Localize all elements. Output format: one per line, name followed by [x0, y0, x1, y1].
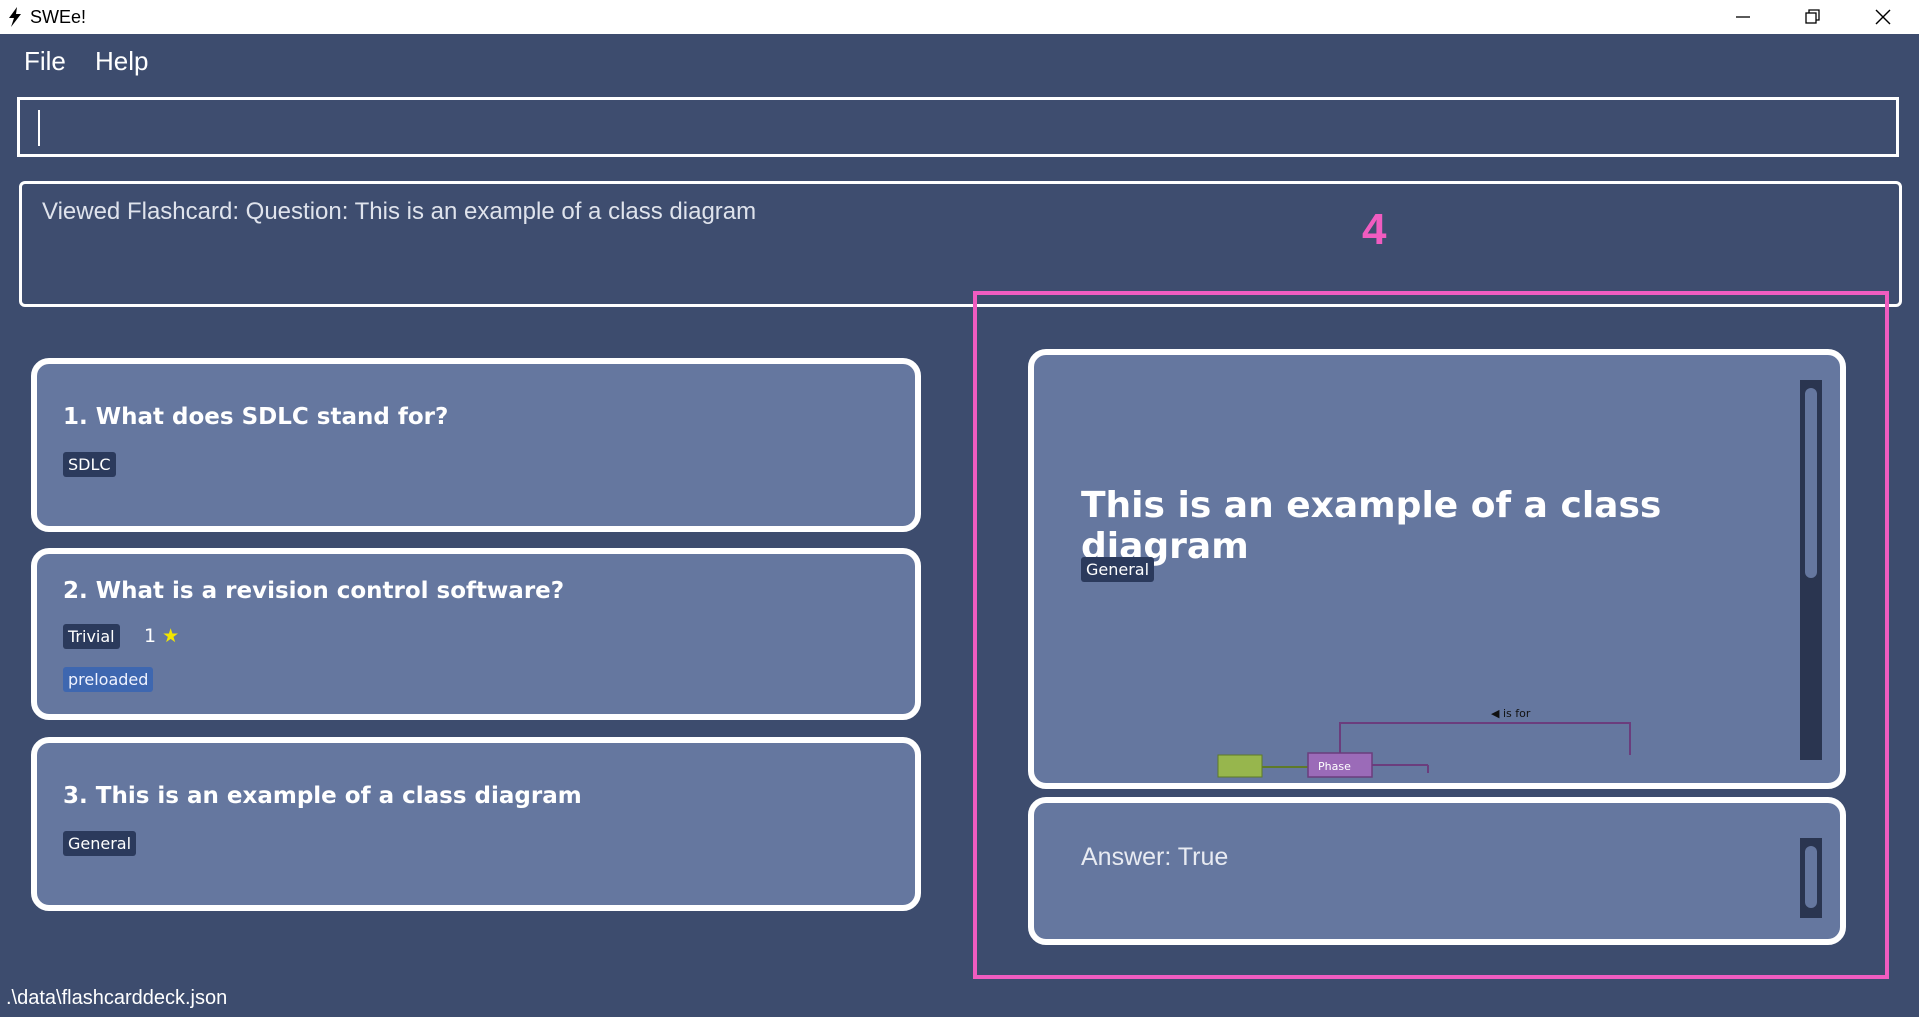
minimize-button[interactable]	[1713, 0, 1773, 34]
close-icon	[1875, 9, 1891, 25]
category-tag: General	[1081, 557, 1155, 582]
rating: 1 ★	[144, 625, 179, 647]
diagram-association-label: ◀ is for	[1491, 707, 1531, 720]
flashcard-title: 2. What is a revision control software?	[63, 578, 564, 604]
question-scroll-thumb[interactable]	[1805, 388, 1817, 578]
command-input[interactable]	[17, 97, 1899, 157]
restore-button[interactable]	[1783, 0, 1843, 34]
question-panel: This is an example of a class diagram Ge…	[1028, 349, 1846, 789]
flashcard-title: 3. This is an example of a class diagram	[63, 783, 582, 809]
question-scrollbar[interactable]	[1800, 380, 1822, 760]
result-text: Viewed Flashcard: Question: This is an e…	[42, 198, 757, 225]
answer-panel: Answer: True	[1028, 797, 1846, 945]
class-diagram-image: ◀ is for Phase	[1217, 707, 1631, 778]
category-tag: General	[63, 831, 137, 856]
flashcard-title: 1. What does SDLC stand for?	[63, 404, 448, 430]
flashcard-index: 2.	[63, 578, 88, 604]
lightning-icon	[9, 7, 21, 27]
tag-badge: preloaded	[63, 667, 154, 692]
menu-bar: File Help	[0, 34, 1919, 92]
text-caret	[38, 110, 40, 146]
rating-value: 1	[144, 625, 157, 647]
status-file-path: .\data\flashcarddeck.json	[6, 987, 228, 1009]
flashcard-question: What is a revision control software?	[95, 578, 565, 604]
answer-scroll-thumb[interactable]	[1805, 846, 1817, 908]
flashcard-item[interactable]: 1. What does SDLC stand for? SDLC	[31, 358, 921, 532]
result-display: Viewed Flashcard: Question: This is an e…	[19, 181, 1902, 307]
answer-scrollbar[interactable]	[1800, 838, 1822, 918]
flashcard-item[interactable]: 2. What is a revision control software? …	[31, 548, 921, 720]
category-tag: SDLC	[63, 452, 116, 477]
annotation-number: 4	[1362, 205, 1387, 254]
window-titlebar: SWEe!	[0, 0, 1919, 34]
menu-help[interactable]: Help	[95, 46, 148, 77]
diagram-class-label: Phase	[1318, 760, 1351, 773]
flashcard-question: What does SDLC stand for?	[95, 404, 449, 430]
flashcard-index: 1.	[63, 404, 88, 430]
minimize-icon	[1736, 16, 1750, 18]
restore-icon	[1805, 9, 1820, 24]
question-text: This is an example of a class diagram	[1081, 485, 1662, 567]
flashcard-item[interactable]: 3. This is an example of a class diagram…	[31, 737, 921, 911]
close-button[interactable]	[1853, 0, 1913, 34]
answer-text: Answer: True	[1081, 843, 1229, 871]
star-icon: ★	[162, 625, 180, 647]
flashcard-question: This is an example of a class diagram	[95, 783, 582, 809]
window-title: SWEe!	[30, 6, 87, 27]
flashcard-index: 3.	[63, 783, 88, 809]
category-tag: Trivial	[63, 624, 120, 649]
menu-file[interactable]: File	[24, 46, 66, 77]
